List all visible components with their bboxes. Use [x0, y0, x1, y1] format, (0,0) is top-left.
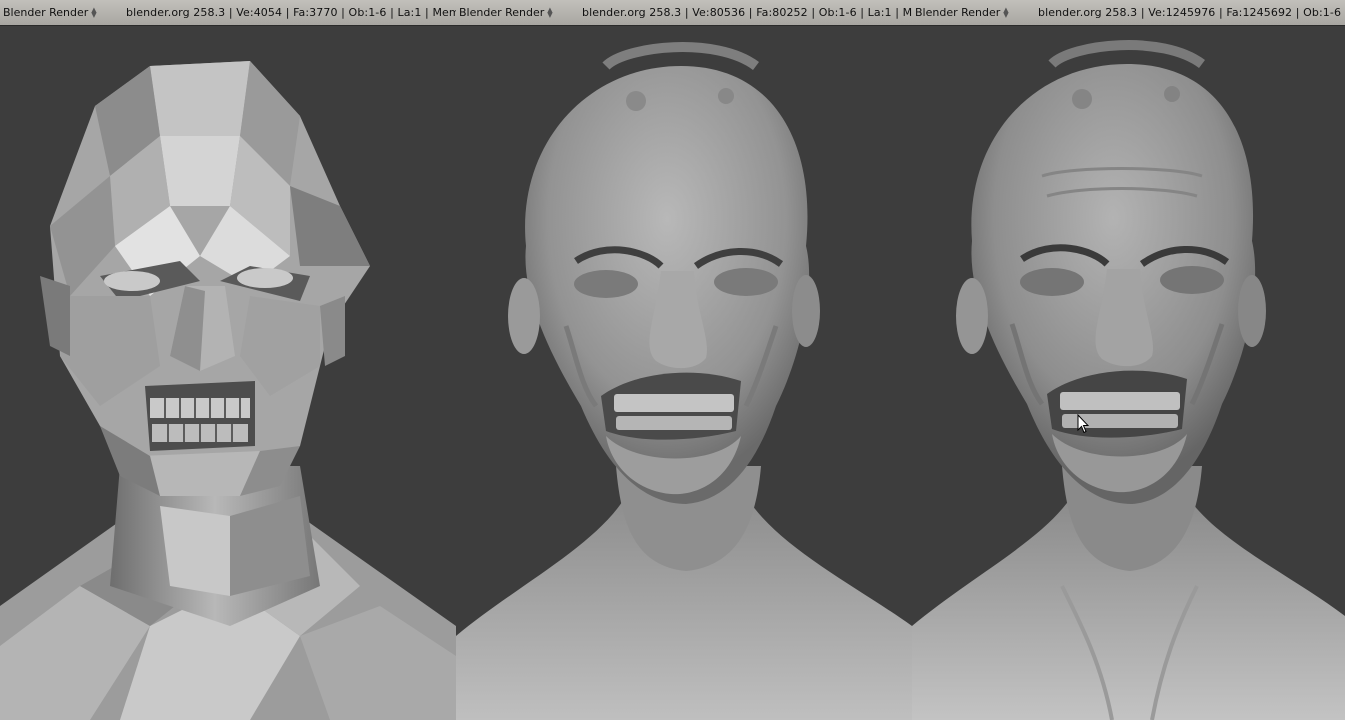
info-header-1: Blender Render ▲ ▼ blender.org 258.3 | Ve… [0, 0, 456, 26]
viewport-pane-3: Blender Render ▲ ▼ blender.org 258.3 | Ve… [912, 0, 1345, 720]
highres-head-render [912, 40, 1345, 720]
updown-arrows-icon: ▲ ▼ [547, 5, 553, 19]
3d-viewport-3[interactable] [912, 26, 1345, 720]
render-engine-select-1[interactable]: Blender Render ▲ ▼ [0, 0, 104, 25]
info-header-3: Blender Render ▲ ▼ blender.org 258.3 | Ve… [912, 0, 1345, 26]
viewport-pane-1: Blender Render ▲ ▼ blender.org 258.3 | Ve… [0, 0, 456, 720]
render-engine-select-3[interactable]: Blender Render ▲ ▼ [912, 0, 1016, 25]
updown-arrows-icon: ▲ ▼ [1003, 5, 1009, 19]
render-engine-select-2[interactable]: Blender Render ▲ ▼ [456, 0, 560, 25]
render-engine-label: Blender Render [915, 6, 1001, 19]
3d-viewport-1[interactable] [0, 26, 456, 720]
render-engine-label: Blender Render [459, 6, 545, 19]
3d-viewport-2[interactable] [456, 26, 912, 720]
mouse-cursor-icon [1077, 414, 1089, 434]
blender-window: Blender Render ▲ ▼ blender.org 258.3 | Ve… [0, 0, 1345, 720]
lowpoly-head-render [0, 61, 456, 720]
viewport-pane-2: Blender Render ▲ ▼ blender.org 258.3 | Ve… [456, 0, 912, 720]
scene-stats: blender.org 258.3 | Ve:4054 | Fa:3770 | … [126, 6, 456, 19]
scene-stats: blender.org 258.3 | Ve:80536 | Fa:80252 … [582, 6, 912, 19]
midres-head-render [456, 42, 912, 720]
scene-stats: blender.org 258.3 | Ve:1245976 | Fa:1245… [1038, 6, 1345, 19]
info-header-2: Blender Render ▲ ▼ blender.org 258.3 | Ve… [456, 0, 912, 26]
render-engine-label: Blender Render [3, 6, 89, 19]
updown-arrows-icon: ▲ ▼ [91, 5, 97, 19]
